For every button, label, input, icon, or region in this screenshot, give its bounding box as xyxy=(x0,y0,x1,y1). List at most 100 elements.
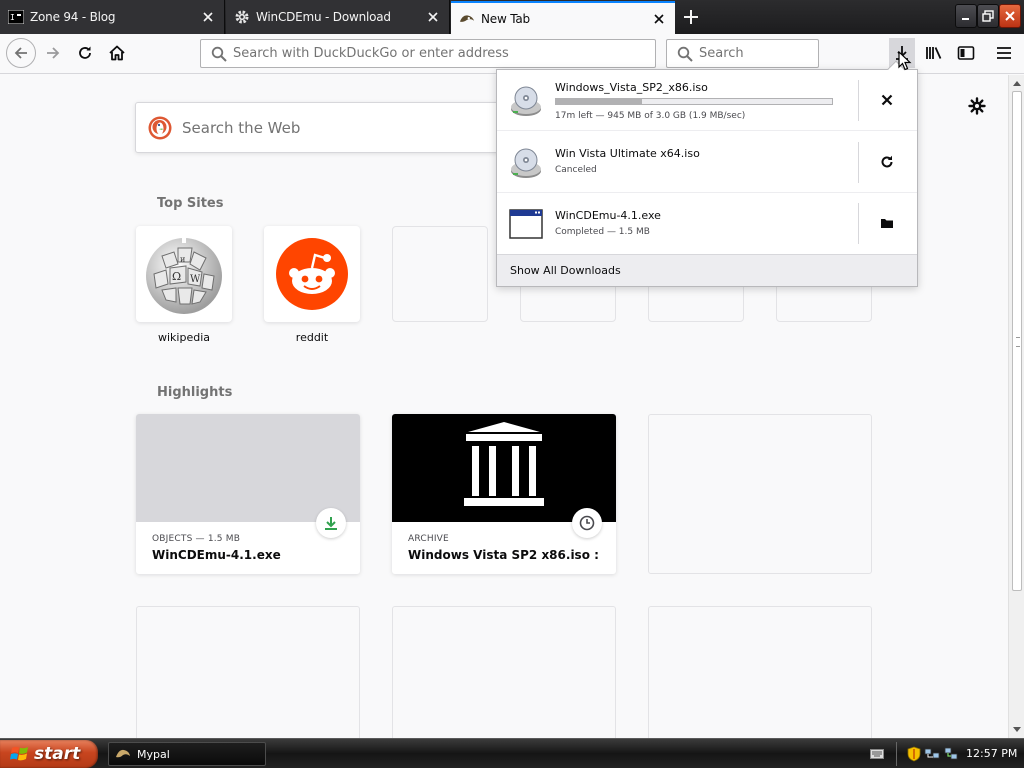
start-button[interactable]: start xyxy=(0,740,98,768)
highlight-card-archive[interactable]: ARCHIVE Windows Vista SP2 x86.iso : Micr… xyxy=(392,414,616,574)
forward-button[interactable] xyxy=(38,38,68,68)
top-site-label: reddit xyxy=(295,331,329,344)
tab-strip: I Zone 94 - Blog WinCDEmu - Download New… xyxy=(0,0,1024,34)
taskbar-item-label: Mypal xyxy=(137,747,170,761)
close-icon xyxy=(881,94,893,106)
folder-icon xyxy=(881,219,893,228)
taskbar-item-mypal[interactable]: Mypal xyxy=(108,742,266,766)
tab-title: Zone 94 - Blog xyxy=(30,10,116,24)
download-status: 17m left — 945 MB of 3.0 GB (1.9 MB/sec) xyxy=(555,111,746,121)
scrollbar-thumb[interactable] xyxy=(1012,91,1022,591)
minimize-icon xyxy=(962,18,969,20)
highlight-placeholder xyxy=(648,606,872,738)
top-sites-heading: Top Sites xyxy=(157,196,224,211)
close-icon xyxy=(1005,11,1015,21)
divider xyxy=(858,80,859,121)
open-folder-button[interactable] xyxy=(875,211,899,235)
taskbar-clock: 12:57 PM xyxy=(966,747,1018,760)
url-input[interactable] xyxy=(233,46,655,61)
network-activity-icon[interactable] xyxy=(943,746,959,762)
minimize-button[interactable] xyxy=(955,4,977,28)
download-item[interactable]: Win Vista Ultimate x64.iso Canceled xyxy=(497,132,917,193)
plus-icon xyxy=(684,10,698,24)
download-item[interactable]: WinCDEmu-4.1.exe Completed — 1.5 MB xyxy=(497,193,917,254)
close-tab-icon[interactable] xyxy=(647,7,671,31)
wikipedia-logo-icon: Ω W и xyxy=(146,238,222,314)
highlight-placeholder xyxy=(648,414,872,574)
top-site-reddit[interactable] xyxy=(264,226,360,322)
terminal-icon: I xyxy=(8,9,24,25)
scrollbar-grip xyxy=(1016,337,1020,347)
url-bar[interactable] xyxy=(200,39,656,68)
card-thumbnail xyxy=(136,414,360,522)
tab-wincdemu-download[interactable]: WinCDEmu - Download xyxy=(226,0,450,34)
search-bar[interactable] xyxy=(666,39,819,68)
disc-icon xyxy=(511,86,541,116)
disc-icon xyxy=(511,148,541,178)
close-tab-icon[interactable] xyxy=(421,5,445,29)
download-icon xyxy=(316,508,346,538)
svg-text:Ω: Ω xyxy=(172,270,181,283)
card-thumbnail xyxy=(392,414,616,522)
divider xyxy=(858,142,859,183)
download-filename: Win Vista Ultimate x64.iso xyxy=(555,147,700,160)
download-status: Completed — 1.5 MB xyxy=(555,227,650,237)
back-button[interactable] xyxy=(6,38,36,68)
download-item[interactable]: Windows_Vista_SP2_x86.iso 17m left — 945… xyxy=(497,70,917,131)
duckduckgo-logo-icon xyxy=(148,116,172,139)
restore-icon xyxy=(982,10,994,22)
tab-title: WinCDEmu - Download xyxy=(256,10,391,24)
card-meta: OBJECTS — 1.5 MB xyxy=(152,534,241,544)
close-window-button[interactable] xyxy=(999,4,1021,28)
restore-button[interactable] xyxy=(977,4,999,28)
reload-button[interactable] xyxy=(70,38,100,68)
new-tab-button[interactable] xyxy=(678,4,704,30)
page-settings-button[interactable] xyxy=(966,95,988,117)
reddit-logo-icon xyxy=(276,238,348,310)
downloads-panel: Windows_Vista_SP2_x86.iso 17m left — 945… xyxy=(496,60,918,287)
library-button[interactable] xyxy=(920,38,948,68)
card-meta: ARCHIVE xyxy=(408,534,449,544)
sidebar-button[interactable] xyxy=(952,38,980,68)
tab-zone94-blog[interactable]: I Zone 94 - Blog xyxy=(0,0,225,34)
tab-title: New Tab xyxy=(481,11,530,26)
show-all-downloads-button[interactable]: Show All Downloads xyxy=(497,254,917,286)
card-title: Windows Vista SP2 x86.iso : Micr... xyxy=(408,548,604,562)
download-progress-bar xyxy=(555,98,833,105)
menu-button[interactable] xyxy=(990,38,1018,68)
scroll-down-icon[interactable] xyxy=(1010,723,1024,737)
clock-icon xyxy=(572,508,602,538)
tab-new-tab[interactable]: New Tab xyxy=(451,1,675,34)
search-icon xyxy=(675,44,695,64)
cancel-download-button[interactable] xyxy=(875,88,899,112)
security-shield-icon[interactable] xyxy=(906,746,922,762)
gear-favicon-icon xyxy=(234,9,250,25)
divider xyxy=(858,203,859,244)
home-icon xyxy=(109,45,125,61)
retry-download-button[interactable] xyxy=(875,150,899,174)
start-label: start xyxy=(34,744,81,764)
top-site-label: wikipedia xyxy=(157,331,210,344)
download-filename: Windows_Vista_SP2_x86.iso xyxy=(555,81,708,94)
svg-text:W: W xyxy=(190,274,201,285)
scroll-up-icon[interactable] xyxy=(1010,76,1024,90)
mouse-cursor-icon xyxy=(898,51,912,71)
search-input[interactable] xyxy=(699,46,818,61)
windows-logo-icon xyxy=(10,746,28,761)
highlight-card-wincdemu[interactable]: OBJECTS — 1.5 MB WinCDEmu-4.1.exe xyxy=(136,414,360,574)
hamburger-menu-icon xyxy=(997,47,1011,59)
keyboard-icon[interactable] xyxy=(869,746,885,762)
top-site-wikipedia[interactable]: Ω W и xyxy=(136,226,232,322)
highlight-placeholder xyxy=(392,606,616,738)
sidebar-icon xyxy=(957,46,975,60)
home-button[interactable] xyxy=(102,38,132,68)
close-tab-icon[interactable] xyxy=(196,5,220,29)
forward-arrow-icon xyxy=(47,47,60,59)
download-filename: WinCDEmu-4.1.exe xyxy=(555,209,661,222)
reload-icon xyxy=(79,46,91,59)
download-status: Canceled xyxy=(555,165,597,175)
vertical-scrollbar[interactable] xyxy=(1008,75,1024,738)
highlight-placeholder xyxy=(136,606,360,738)
back-arrow-icon xyxy=(14,47,27,59)
network-icon[interactable] xyxy=(924,746,940,762)
